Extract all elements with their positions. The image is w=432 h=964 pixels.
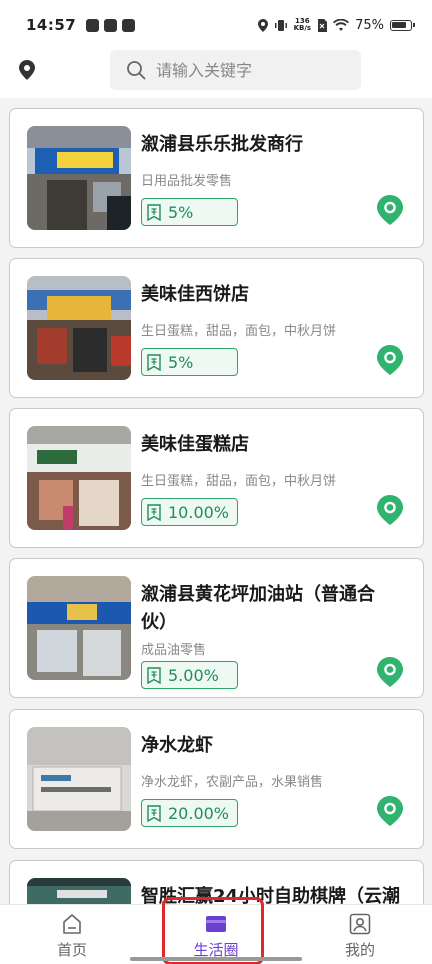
store-thumbnail	[27, 878, 131, 904]
home-indicator[interactable]	[130, 957, 302, 961]
nav-home-label: 首页	[56, 941, 87, 959]
rate-value: 5%	[168, 352, 194, 372]
store-card[interactable]: 溆浦县乐乐批发商行 日用品批发零售 5%	[9, 108, 424, 248]
store-card[interactable]: 美味佳蛋糕店 生日蛋糕，甜品，面包，中秋月饼 10.00%	[9, 408, 424, 548]
speed-unit: KB/s	[293, 24, 312, 32]
rate-badge: 20.00%	[141, 799, 238, 827]
map-pin-icon[interactable]	[377, 345, 403, 375]
network-speed: 136 KB/s	[294, 18, 311, 32]
voucher-icon	[146, 666, 162, 684]
store-thumbnail	[27, 126, 131, 230]
battery-percent: 75%	[355, 17, 384, 33]
store-name: 溆浦县乐乐批发商行	[141, 134, 303, 155]
voucher-icon	[146, 503, 162, 521]
map-pin-icon[interactable]	[377, 495, 403, 525]
store-category: 日用品批发零售	[141, 174, 233, 189]
store-card[interactable]: 美味佳西饼店 生日蛋糕，甜品，面包，中秋月饼 5%	[9, 258, 424, 398]
search-bar[interactable]	[110, 50, 361, 90]
app-icon	[122, 18, 136, 32]
vibrate-icon	[274, 19, 287, 31]
nav-profile[interactable]: 我的	[305, 905, 415, 964]
store-card[interactable]: 智胜汇赢24小时自助棋牌（云潮	[9, 860, 424, 904]
rate-badge: 5.00%	[141, 661, 238, 689]
store-name: 美味佳蛋糕店	[141, 434, 249, 455]
status-bar: 14:57 136 KB/s 75%	[0, 0, 432, 50]
wallet-icon	[206, 916, 226, 932]
nav-profile-label: 我的	[344, 941, 375, 959]
store-list[interactable]: 溆浦县乐乐批发商行 日用品批发零售 5% 美味佳西饼店 生日蛋糕，甜品，面包，中…	[0, 98, 432, 904]
no-sim-icon	[318, 18, 328, 32]
voucher-icon	[146, 804, 162, 822]
search-input[interactable]	[156, 60, 336, 80]
mail-icon	[104, 18, 118, 32]
store-name: 美味佳西饼店	[141, 284, 249, 305]
rate-value: 5%	[168, 202, 194, 222]
location-pin-icon	[19, 60, 35, 80]
store-thumbnail	[27, 576, 131, 680]
location-status-icon	[257, 18, 268, 32]
store-card[interactable]: 溆浦县黄花坪加油站（普通合伙） 成品油零售 5.00%	[9, 558, 424, 698]
map-pin-icon[interactable]	[377, 195, 403, 225]
bottom-nav: 首页 生活圈 我的	[0, 897, 432, 964]
store-category: 净水龙虾，农副产品，水果销售	[141, 775, 324, 790]
map-pin-icon[interactable]	[377, 796, 403, 826]
tiktok-icon	[86, 18, 100, 32]
store-thumbnail	[27, 727, 131, 831]
nav-home[interactable]: 首页	[17, 905, 127, 964]
profile-icon	[349, 913, 371, 935]
home-icon	[63, 914, 81, 934]
rate-badge: 10.00%	[141, 498, 238, 526]
store-category: 生日蛋糕，甜品，面包，中秋月饼	[141, 474, 337, 489]
location-button[interactable]	[16, 59, 38, 81]
rate-value: 20.00%	[168, 803, 230, 823]
rate-value: 10.00%	[168, 502, 230, 522]
store-name: 净水龙虾	[141, 735, 213, 756]
rate-badge: 5%	[141, 348, 238, 376]
voucher-icon	[146, 353, 162, 371]
voucher-icon	[146, 203, 162, 221]
store-name: 溆浦县黄花坪加油站（普通合伙）	[141, 584, 375, 633]
battery-icon	[390, 19, 415, 31]
store-category: 成品油零售	[141, 643, 207, 658]
status-indicators: 136 KB/s 75%	[257, 17, 415, 33]
rate-value: 5.00%	[168, 665, 219, 685]
wifi-icon	[333, 19, 350, 31]
search-icon	[127, 61, 146, 80]
store-thumbnail	[27, 426, 131, 530]
map-pin-icon[interactable]	[377, 657, 403, 687]
store-thumbnail	[27, 276, 131, 380]
rate-badge: 5%	[141, 198, 238, 226]
notification-icons	[86, 18, 136, 32]
status-time: 14:57	[26, 16, 77, 34]
nav-life-circle[interactable]: 生活圈	[161, 905, 271, 964]
header	[0, 50, 432, 98]
store-name: 智胜汇赢24小时自助棋牌（云潮	[141, 886, 401, 904]
store-card[interactable]: 净水龙虾 净水龙虾，农副产品，水果销售 20.00%	[9, 709, 424, 849]
store-category: 生日蛋糕，甜品，面包，中秋月饼	[141, 324, 337, 339]
